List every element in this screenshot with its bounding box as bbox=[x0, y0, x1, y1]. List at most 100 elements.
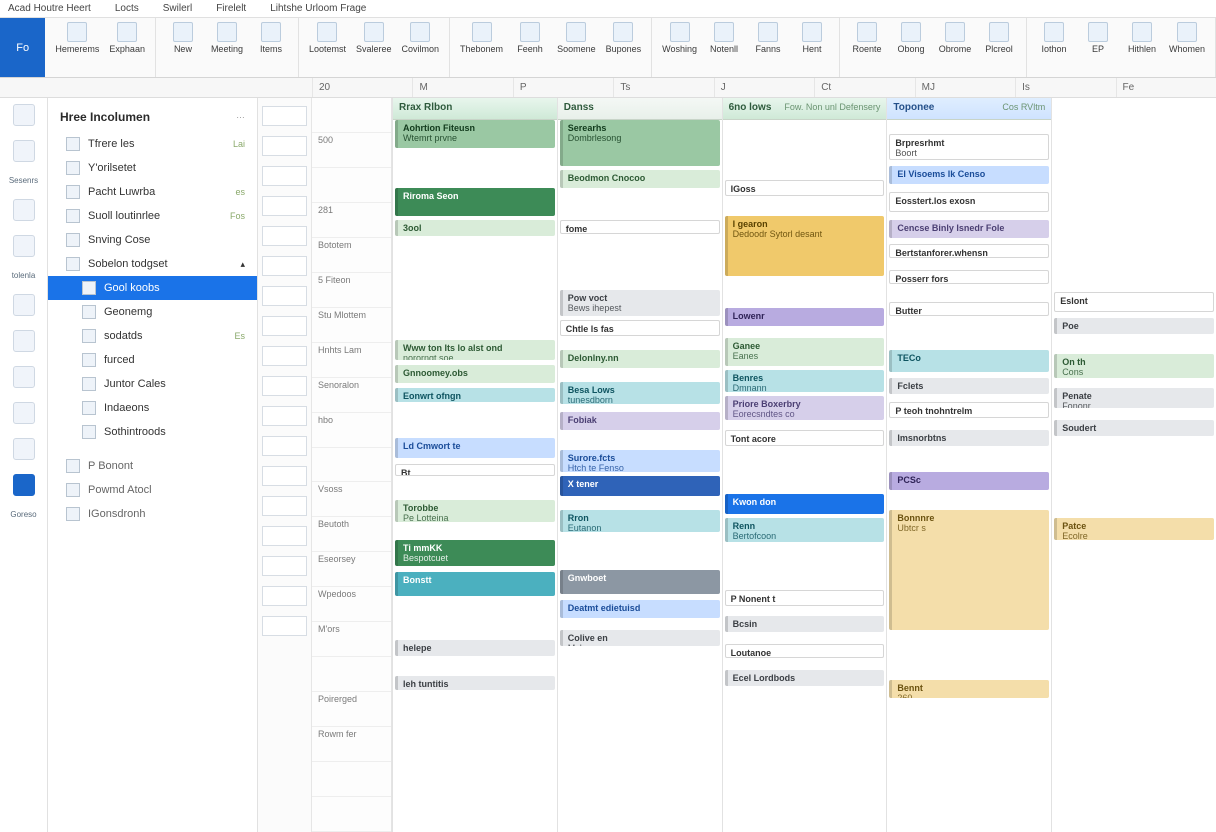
calendar-event[interactable]: Tont acoresnerao bbox=[725, 430, 885, 446]
events-area[interactable]: Eslont Poe On thCons PenateFononr Soudert Pat… bbox=[1052, 120, 1216, 832]
calendar-event[interactable]: Ti mmKKBespotcuet bbox=[395, 540, 555, 566]
nav-item[interactable]: Gool koobs bbox=[48, 276, 257, 300]
calendar-icon[interactable] bbox=[13, 199, 35, 221]
ribbon-button[interactable]: Hithlen bbox=[1125, 22, 1159, 54]
calendar-event[interactable]: PatceEcolre bbox=[1054, 518, 1214, 540]
ribbon-button[interactable]: Roente bbox=[850, 22, 884, 54]
calendar-event[interactable]: Loutanoe bbox=[725, 644, 885, 658]
calendar-event[interactable]: Lowenr bbox=[725, 308, 885, 326]
nav-item[interactable]: Y'orilsetet bbox=[48, 156, 257, 180]
calendar-event[interactable]: Pow voctBews ihepest bbox=[560, 290, 720, 316]
calendar-event[interactable]: Chtle ls fasDe'able Foins bbox=[560, 320, 720, 336]
ribbon-button[interactable]: Woshing bbox=[662, 22, 697, 54]
calendar-event[interactable]: GaneeEanes bbox=[725, 338, 885, 366]
calendar-event[interactable]: Kwon don bbox=[725, 494, 885, 514]
calendar-event[interactable]: Www ton Its lo alst ondnororngt.soe bbox=[395, 340, 555, 360]
calendar-event[interactable]: P teoh tnohntrelm bbox=[889, 402, 1049, 418]
calendar-event[interactable]: Imsnorbtns bbox=[889, 430, 1049, 446]
calendar-event[interactable]: Bertstanforer.whensn bbox=[889, 244, 1049, 258]
file-tab[interactable]: Fo bbox=[0, 18, 45, 77]
ribbon-button[interactable]: Items bbox=[254, 22, 288, 54]
nav-item[interactable]: Tfrere lesLai bbox=[48, 132, 257, 156]
mini-cell[interactable] bbox=[262, 436, 307, 456]
calendar-event[interactable]: Gnwboet bbox=[560, 570, 720, 594]
grid-icon[interactable] bbox=[13, 402, 35, 424]
calendar-event[interactable]: Deatmt edietuisd bbox=[560, 600, 720, 618]
calendar-event[interactable]: 3ool bbox=[395, 220, 555, 236]
events-area[interactable]: SerearhsDombrlesong Beodmon Cnocoo fome Pow… bbox=[558, 120, 722, 832]
calendar-event[interactable]: Poe bbox=[1054, 318, 1214, 334]
calendar-event[interactable]: Surore.fctsHtch te Fenso bbox=[560, 450, 720, 472]
nav-bottom-item[interactable]: IGonsdronh bbox=[48, 502, 257, 526]
ribbon-button[interactable]: Notenll bbox=[707, 22, 741, 54]
apps-icon[interactable] bbox=[13, 474, 35, 496]
calendar-event[interactable]: helepe bbox=[395, 640, 555, 656]
ribbon-button[interactable]: Whomen bbox=[1169, 22, 1205, 54]
calendar-event[interactable]: IGoss bbox=[725, 180, 885, 196]
calendar-event[interactable]: I gearonDedoodr Sytorl desant bbox=[725, 216, 885, 276]
calendar-event[interactable]: fome bbox=[560, 220, 720, 234]
ribbon-button[interactable]: New bbox=[166, 22, 200, 54]
nav-item[interactable]: Pacht Luwrbaes bbox=[48, 180, 257, 204]
ribbon-button[interactable]: Thebonem bbox=[460, 22, 503, 54]
mini-cell[interactable] bbox=[262, 616, 307, 636]
calendar-event[interactable]: Ecel Lordbods bbox=[725, 670, 885, 686]
ribbon-button[interactable]: Hent bbox=[795, 22, 829, 54]
notes-icon[interactable] bbox=[13, 330, 35, 352]
nav-item[interactable]: Sobelon todgset▴ bbox=[48, 252, 257, 276]
mini-cell[interactable] bbox=[262, 226, 307, 246]
events-area[interactable]: Aohrtion FiteusnWtemrt prvneRiroma Seon3… bbox=[393, 120, 557, 832]
ribbon-button[interactable]: Lootemst bbox=[309, 22, 346, 54]
ribbon-button[interactable]: Obong bbox=[894, 22, 928, 54]
day-column-overflow[interactable]: Eslont Poe On thCons PenateFononr Soudert Pat… bbox=[1051, 98, 1216, 832]
ribbon-button[interactable]: EP bbox=[1081, 22, 1115, 54]
events-area[interactable]: IGoss I gearonDedoodr Sytorl desant Lowenr… bbox=[723, 120, 887, 832]
mail-icon[interactable] bbox=[13, 140, 35, 162]
nav-item[interactable]: Sothintroods bbox=[48, 420, 257, 444]
calendar-event[interactable]: RennBertofcoon bbox=[725, 518, 885, 542]
calendar-event[interactable]: On thCons bbox=[1054, 354, 1214, 378]
calendar-event[interactable]: Priore BoxerbryEorecsndtes co bbox=[725, 396, 885, 420]
calendar-event[interactable]: X tener bbox=[560, 476, 720, 496]
calendar-event[interactable]: Soudert bbox=[1054, 420, 1214, 436]
nav-bottom-item[interactable]: Powmd Atocl bbox=[48, 478, 257, 502]
people-icon[interactable] bbox=[13, 235, 35, 257]
mini-cell[interactable] bbox=[262, 256, 307, 276]
calendar-event[interactable]: Besa Lowstunesdborn bbox=[560, 382, 720, 404]
ribbon-button[interactable]: Soomene bbox=[557, 22, 596, 54]
day-column[interactable]: ToponeeCos RVltmBrpresrhmtBoortEl Visoem… bbox=[886, 98, 1051, 832]
calendar-event[interactable]: Eslont bbox=[1054, 292, 1214, 312]
ribbon-button[interactable]: Plcreol bbox=[982, 22, 1016, 54]
mini-cell[interactable] bbox=[262, 496, 307, 516]
calendar-event[interactable]: TECo bbox=[889, 350, 1049, 372]
calendar-event[interactable]: TorobbePe Lotteina bbox=[395, 500, 555, 522]
user-icon[interactable] bbox=[13, 104, 35, 126]
calendar-event[interactable]: PenateFononr bbox=[1054, 388, 1214, 408]
calendar-event[interactable]: Beodmon Cnocoo bbox=[560, 170, 720, 188]
calendar-event[interactable]: Bt bbox=[395, 464, 555, 476]
mini-cell[interactable] bbox=[262, 466, 307, 486]
day-column[interactable]: 6no lowsFow. Non unl DefenseryIGossI gea… bbox=[722, 98, 887, 832]
mini-cell[interactable] bbox=[262, 526, 307, 546]
calendar-event[interactable]: Ld Cmwort te bbox=[395, 438, 555, 458]
ribbon-button[interactable]: Fanns bbox=[751, 22, 785, 54]
nav-item[interactable]: Suoll loutinrleeFos bbox=[48, 204, 257, 228]
calendar-event[interactable]: BenresDmnann bbox=[725, 370, 885, 392]
calendar-event[interactable]: Fobiak bbox=[560, 412, 720, 430]
calendar-event[interactable]: PCSc bbox=[889, 472, 1049, 490]
calendar-event[interactable]: SerearhsDombrlesong bbox=[560, 120, 720, 166]
calendar-event[interactable]: El Visoems lk Censo bbox=[889, 166, 1049, 184]
calendar-event[interactable]: BrpresrhmtBoort bbox=[889, 134, 1049, 160]
nav-item[interactable]: sodatdsEs bbox=[48, 324, 257, 348]
more-icon[interactable] bbox=[13, 438, 35, 460]
mini-cell[interactable] bbox=[262, 106, 307, 126]
calendar-event[interactable]: Aohrtion FiteusnWtemrt prvne bbox=[395, 120, 555, 148]
ribbon-button[interactable]: Feenh bbox=[513, 22, 547, 54]
calendar-event[interactable]: P Nonent tIclr s bbox=[725, 590, 885, 606]
calendar-event[interactable]: leh tuntitis bbox=[395, 676, 555, 690]
calendar-event[interactable]: Butter bbox=[889, 302, 1049, 316]
calendar-event[interactable]: RronEutanon bbox=[560, 510, 720, 532]
calendar-event[interactable]: Colive enMchocs bbox=[560, 630, 720, 646]
calendar-event[interactable]: Gnnoomey.obs bbox=[395, 365, 555, 383]
ribbon-button[interactable]: Obrome bbox=[938, 22, 972, 54]
